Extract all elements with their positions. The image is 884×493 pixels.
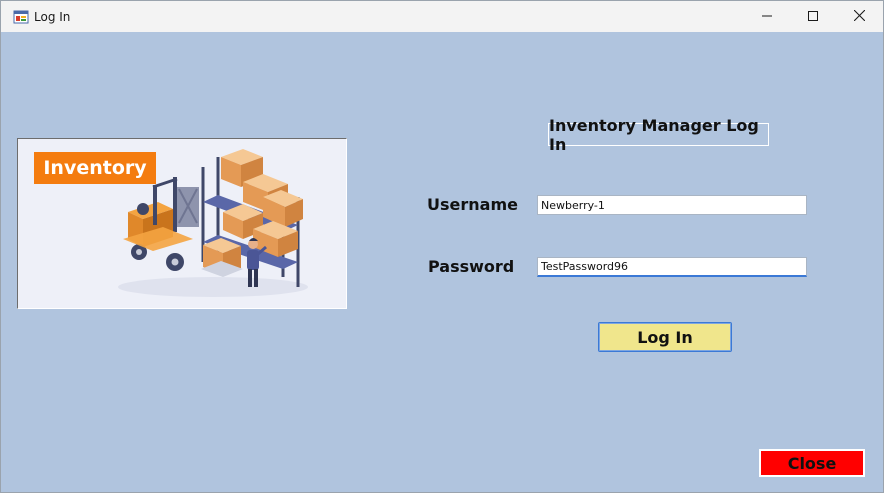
minimize-button[interactable] [744,1,790,32]
warehouse-forklift-illustration [118,149,308,297]
login-window: Log In Inventory Inventory Manager Log I… [0,0,884,493]
password-field[interactable] [537,257,807,277]
inventory-picture: Inventory [17,138,347,309]
close-icon [853,8,865,26]
username-label: Username [427,195,518,214]
maximize-icon [808,8,818,26]
window-close-button[interactable] [836,1,882,32]
maximize-button[interactable] [790,1,836,32]
title-bar[interactable]: Log In [1,1,883,32]
form-heading: Inventory Manager Log In [548,116,769,154]
window-title: Log In [34,10,71,24]
login-button[interactable]: Log In [598,322,732,352]
form-icon [13,9,29,25]
close-button[interactable]: Close [759,449,865,477]
minimize-icon [762,8,772,26]
password-label: Password [428,257,515,276]
username-field[interactable] [537,195,807,215]
form-client-area: Inventory Inventory Manager Log In Usern… [1,32,883,492]
